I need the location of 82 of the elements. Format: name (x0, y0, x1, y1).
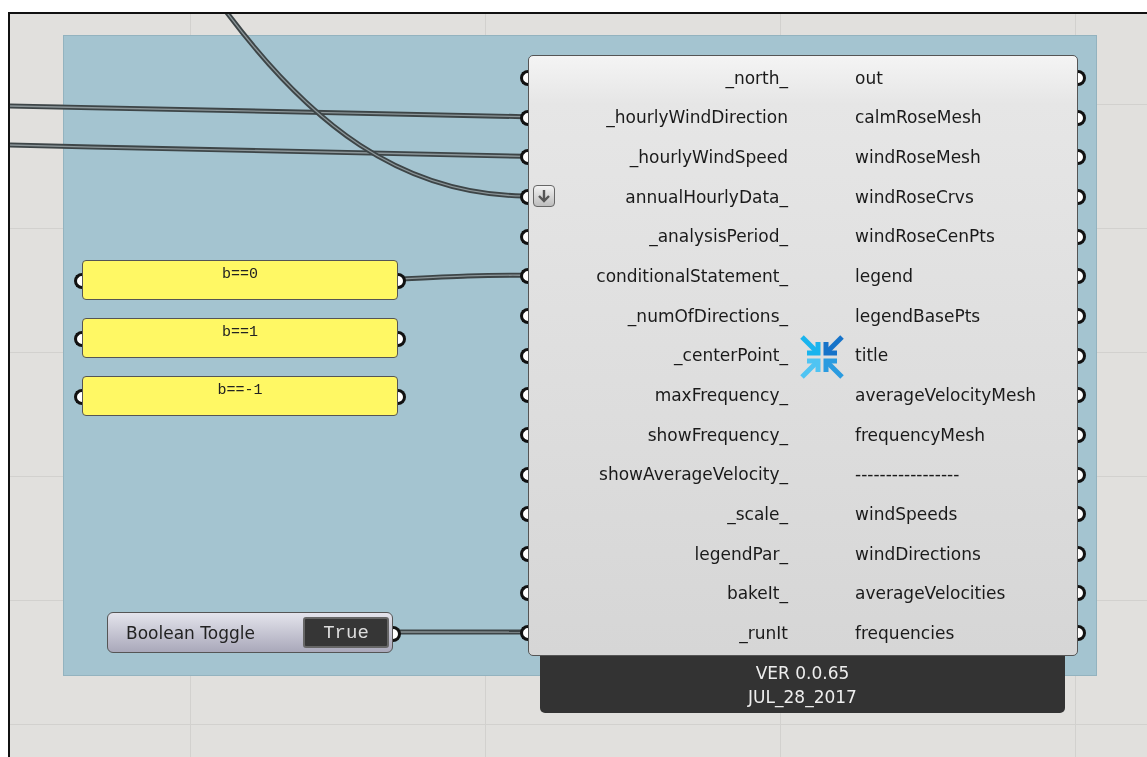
panel-text: b==1 (222, 324, 258, 343)
output-parameter: averageVelocityMesh (855, 384, 1038, 405)
input-parameter: showAverageVelocity_ (599, 464, 788, 485)
text-panel[interactable]: b==0 (82, 260, 398, 300)
input-port[interactable] (74, 273, 83, 289)
output-parameter: frequencies (855, 622, 956, 643)
output-port[interactable] (1077, 347, 1086, 364)
output-port[interactable] (1077, 625, 1086, 642)
arrow-down-icon (537, 188, 551, 203)
input-parameter: _centerPoint_ (674, 345, 788, 366)
output-port[interactable] (397, 331, 406, 347)
text-panel[interactable]: b==-1 (82, 376, 398, 416)
output-port[interactable] (1077, 70, 1086, 86)
version-text: JUL_28_2017 (748, 685, 857, 709)
input-port[interactable] (520, 228, 529, 245)
output-parameter: frequencyMesh (855, 424, 987, 445)
version-text: VER 0.0.65 (755, 661, 850, 685)
output-parameter: ----------------- (855, 464, 961, 485)
input-port[interactable] (520, 347, 529, 364)
input-parameter: _numOfDirections_ (627, 305, 788, 326)
output-parameter: legend (855, 266, 914, 286)
output-port[interactable] (1077, 387, 1086, 404)
input-parameter: annualHourlyData_ (625, 186, 788, 207)
input-port[interactable] (520, 70, 529, 86)
input-parameter: _scale_ (727, 503, 788, 524)
output-port[interactable] (1077, 307, 1086, 324)
output-parameter: windRoseCenPts (855, 226, 996, 247)
down-arrow-button[interactable] (533, 184, 555, 207)
compress-arrows-icon (799, 334, 845, 380)
output-port[interactable] (1077, 268, 1086, 285)
output-port[interactable] (397, 273, 406, 289)
output-port[interactable] (397, 389, 406, 405)
output-port[interactable] (1077, 426, 1086, 443)
output-port[interactable] (1077, 585, 1086, 602)
text-panel[interactable]: b==1 (82, 318, 398, 358)
input-parameter: legendPar_ (694, 543, 788, 564)
output-parameter: title (855, 345, 890, 366)
input-parameter: conditionalStatement_ (596, 266, 788, 286)
input-port[interactable] (74, 331, 83, 347)
toggle-value[interactable]: True (303, 617, 389, 648)
output-parameter: calmRoseMesh (855, 107, 983, 128)
output-port[interactable] (1077, 228, 1086, 245)
input-parameter: _analysisPeriod_ (649, 226, 788, 247)
panel-text: b==-1 (217, 382, 263, 401)
input-port[interactable] (520, 545, 529, 562)
output-parameter: averageVelocities (855, 583, 1007, 604)
input-port[interactable] (520, 506, 529, 523)
input-port[interactable] (520, 625, 529, 642)
input-port[interactable] (520, 109, 529, 126)
output-port[interactable] (1077, 109, 1086, 126)
output-parameter: windRoseCrvs (855, 186, 975, 207)
input-port[interactable] (520, 585, 529, 602)
toggle-label: Boolean Toggle (126, 622, 256, 643)
input-port[interactable] (520, 149, 529, 166)
panel-text: b==0 (222, 266, 258, 285)
input-parameter: showFrequency_ (647, 424, 788, 445)
input-parameter: _hourlyWindSpeed (629, 147, 788, 168)
output-parameter: windRoseMesh (855, 147, 982, 168)
input-parameter: _runIt (739, 622, 788, 643)
boolean-toggle[interactable]: Boolean Toggle True (107, 612, 393, 653)
input-parameter: _hourlyWindDirection (606, 107, 788, 128)
component-node[interactable] (528, 55, 1078, 656)
output-port[interactable] (1077, 149, 1086, 166)
input-port[interactable] (520, 307, 529, 324)
input-parameter: maxFrequency_ (654, 384, 788, 405)
input-parameter: bakeIt_ (726, 583, 788, 604)
output-port[interactable] (1077, 545, 1086, 562)
input-parameter: _north_ (725, 67, 788, 88)
output-port[interactable] (1077, 466, 1086, 483)
input-port[interactable] (520, 466, 529, 483)
output-parameter: windSpeeds (855, 503, 959, 524)
output-parameter: out (855, 67, 884, 88)
output-parameter: legendBasePts (855, 305, 982, 326)
input-port[interactable] (520, 426, 529, 443)
output-parameter: windDirections (855, 543, 982, 564)
input-port[interactable] (520, 188, 529, 205)
output-port[interactable] (1077, 506, 1086, 523)
output-port[interactable] (1077, 188, 1086, 205)
input-port[interactable] (520, 387, 529, 404)
input-port[interactable] (520, 268, 529, 285)
input-port[interactable] (74, 389, 83, 405)
output-port[interactable] (392, 625, 401, 642)
